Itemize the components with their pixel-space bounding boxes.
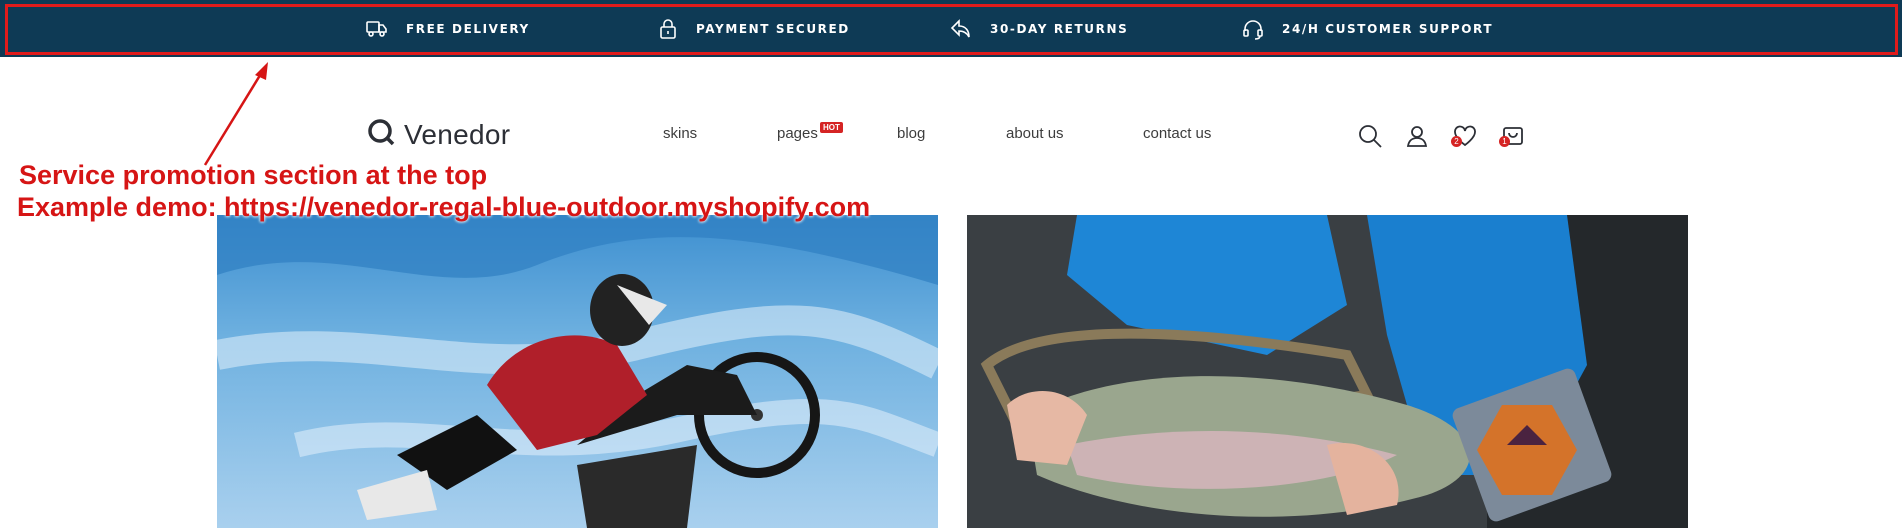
annotation-demo-url: Example demo: https://venedor-regal-blue… [17, 192, 871, 222]
annotation-arrow [203, 62, 268, 166]
annotation-title: Service promotion section at the top [19, 160, 488, 190]
